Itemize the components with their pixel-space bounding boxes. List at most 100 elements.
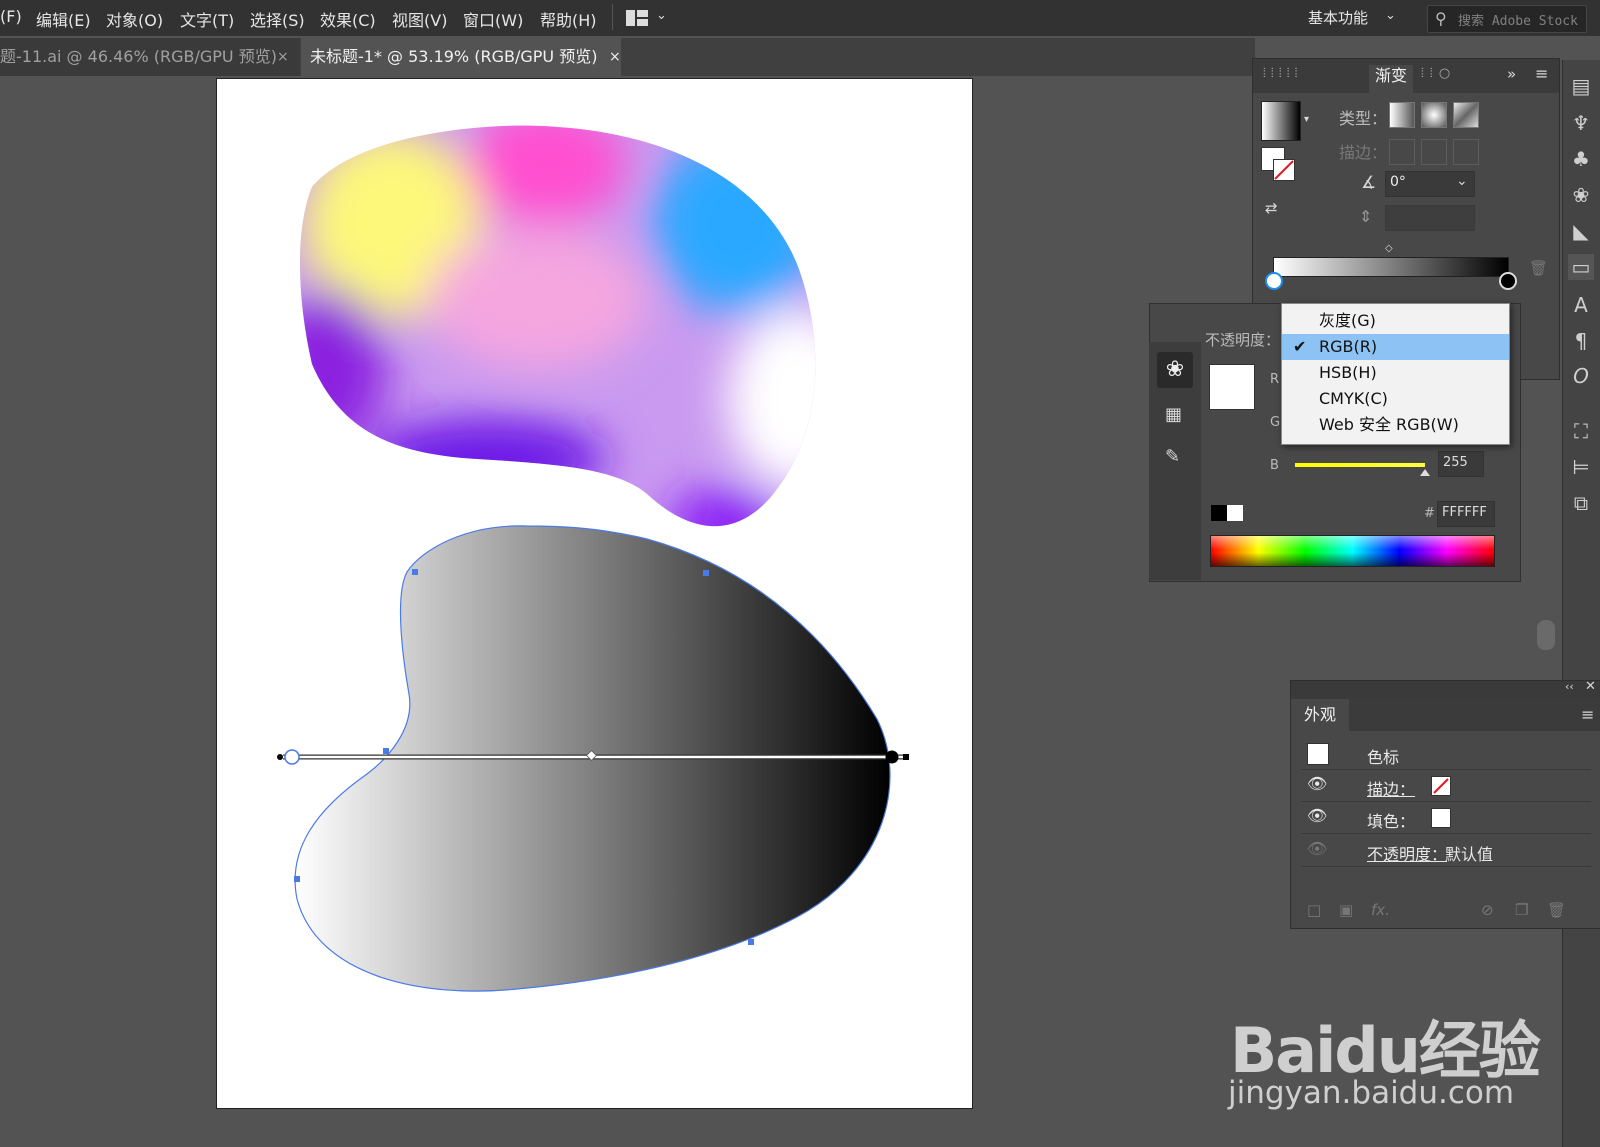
anchor-point[interactable] [383,748,389,754]
menu-select[interactable]: 选择(S) [250,7,305,31]
radial-gradient-button[interactable] [1421,102,1447,128]
chevron-down-icon[interactable]: ⌄ [1456,173,1468,189]
stock-search-input[interactable]: ⚲ 搜索 Adobe Stock [1427,5,1587,33]
eyedropper-icon[interactable]: ✎ [1165,446,1180,467]
close-icon[interactable]: ✕ [1585,679,1596,694]
symbols-icon[interactable]: ♆ [1568,110,1594,136]
midpoint-marker[interactable]: ◇ [1385,243,1393,254]
character-icon[interactable]: A [1568,292,1594,318]
trash-icon[interactable]: 🗑 [1547,901,1566,919]
transparency-icon[interactable]: ◣ [1568,218,1594,244]
menu-item-hsb[interactable]: HSB(H) [1282,360,1509,386]
gradient-stop-white[interactable] [284,749,300,765]
panel-menu-icon[interactable]: ≡ [1535,64,1548,83]
freeform-gradient-blob[interactable] [267,104,867,579]
b-value-input[interactable]: 255 [1438,451,1484,477]
menu-item-grayscale[interactable]: 灰度(G) [1282,308,1509,334]
b-channel-slider[interactable] [1295,463,1430,476]
stroke-within-button[interactable] [1389,139,1415,165]
anchor-point[interactable] [748,939,754,945]
fill-swatch[interactable] [1431,808,1451,828]
gradient-tool-icon[interactable]: ▭ [1568,254,1594,280]
trash-icon[interactable]: 🗑 [1529,259,1548,277]
menu-item-rgb[interactable]: ✔ RGB(R) [1282,334,1509,360]
collapse-icon[interactable]: ‹‹ [1565,680,1574,693]
add-stroke-icon[interactable]: □ [1307,901,1321,919]
appearance-row-fill[interactable]: 👁 填色： [1301,803,1591,834]
menu-view[interactable]: 视图(V) [392,7,447,31]
eye-icon[interactable]: 👁 [1307,774,1327,793]
menu-item-web-safe-rgb[interactable]: Web 安全 RGB(W) [1282,412,1509,438]
close-icon[interactable]: × [277,38,289,76]
pathfinder-icon[interactable]: ⧉ [1568,490,1594,516]
gradient-slider[interactable] [1273,257,1509,277]
stroke-none-swatch[interactable] [1431,776,1451,796]
stroke-none-swatch[interactable] [1273,159,1295,181]
close-icon[interactable]: × [609,38,621,76]
paragraph-icon[interactable]: ¶ [1568,328,1594,354]
tab-untitled-1[interactable]: 未标题-1* @ 53.19% (RGB/GPU 预览) × [301,38,621,76]
reverse-gradient-icon[interactable]: ⇄ [1265,199,1278,217]
eye-icon[interactable]: 👁 [1307,806,1327,825]
transform-icon[interactable]: ⛶ [1568,418,1594,444]
menu-object[interactable]: 对象(O) [106,7,163,31]
color-palette-icon[interactable]: ❀ [1157,352,1193,388]
b-channel-thumb[interactable] [1420,469,1430,476]
eye-icon[interactable]: 👁 [1307,839,1327,858]
appearance-row-stroke[interactable]: 👁 描边： [1301,771,1591,802]
club-icon[interactable]: ♣ [1568,146,1594,172]
appearance-panel-title[interactable]: 外观 [1291,699,1349,731]
menu-help[interactable]: 帮助(H) [540,7,597,31]
duplicate-item-icon[interactable]: ❐ [1515,901,1528,919]
opentype-icon[interactable]: O [1568,363,1594,389]
menu-type[interactable]: 文字(T) [180,7,234,31]
gradient-panel-title[interactable]: 渐变 [1369,65,1414,93]
chevron-down-icon[interactable]: ⌄ [656,8,667,23]
libraries-icon[interactable]: ▤ [1568,73,1594,99]
anchor-point[interactable] [294,876,300,882]
anchor-point[interactable] [412,569,418,575]
collapsed-panel-tabs[interactable]: ⦙⦙⦙⦙⦙ [1263,66,1303,81]
gradient-stop-black-handle[interactable] [1499,272,1517,290]
annotator-origin-point[interactable] [277,754,283,760]
menu-file[interactable]: (F) [0,7,22,26]
gradient-stop-white-handle[interactable] [1265,272,1283,290]
align-icon[interactable]: ⊨ [1568,454,1594,480]
anchor-point[interactable] [703,570,709,576]
artboard[interactable] [216,78,973,1109]
stroke-across-button[interactable] [1453,139,1479,165]
gradient-preview-swatch[interactable] [1261,101,1301,141]
row-label[interactable]: 描边： [1367,776,1415,800]
expand-panels-icon[interactable]: » [1507,65,1516,83]
stroke-along-button[interactable] [1421,139,1447,165]
linear-gradient-button[interactable] [1389,102,1415,128]
color-palette-icon[interactable]: ❀ [1568,182,1594,208]
menu-item-cmyk[interactable]: CMYK(C) [1282,386,1509,412]
clear-appearance-icon[interactable]: ⊘ [1481,901,1494,919]
arrange-documents-icon[interactable] [626,10,648,26]
add-fill-icon[interactable]: ▣ [1339,901,1353,919]
appearance-row-opacity[interactable]: 👁 不透明度： 默认值 [1301,836,1591,867]
workspace-switcher[interactable]: 基本功能 [1308,7,1368,28]
freeform-gradient-button[interactable] [1453,102,1479,128]
collapsed-panel-tabs-right[interactable]: ⦙⦙○ [1421,66,1456,81]
artwork-canvas[interactable] [217,79,972,1108]
black-swatch[interactable] [1211,505,1227,521]
annotator-end-handle[interactable] [903,754,909,760]
hex-input[interactable]: FFFFFF [1437,501,1495,527]
fx-icon[interactable]: fx. [1371,901,1390,919]
chevron-down-icon[interactable]: ▾ [1304,114,1309,125]
tab-document-11[interactable]: 题-11.ai @ 46.46% (RGB/GPU 预览) × [0,38,300,76]
angle-input[interactable]: 0° ⌄ [1385,171,1475,197]
white-swatch[interactable] [1227,505,1243,521]
color-spectrum-bar[interactable] [1210,535,1495,567]
panel-menu-icon[interactable]: ≡ [1581,705,1594,724]
menu-effect[interactable]: 效果(C) [320,7,376,31]
menu-window[interactable]: 窗口(W) [463,7,523,31]
chevron-down-icon[interactable]: ⌄ [1385,8,1396,23]
current-color-swatch[interactable] [1209,364,1255,410]
appearance-row-swatch[interactable]: 色标 [1301,739,1591,770]
swatches-icon[interactable]: ▦ [1165,404,1182,425]
gradient-stop-black[interactable] [885,750,899,764]
menu-edit[interactable]: 编辑(E) [36,7,91,31]
